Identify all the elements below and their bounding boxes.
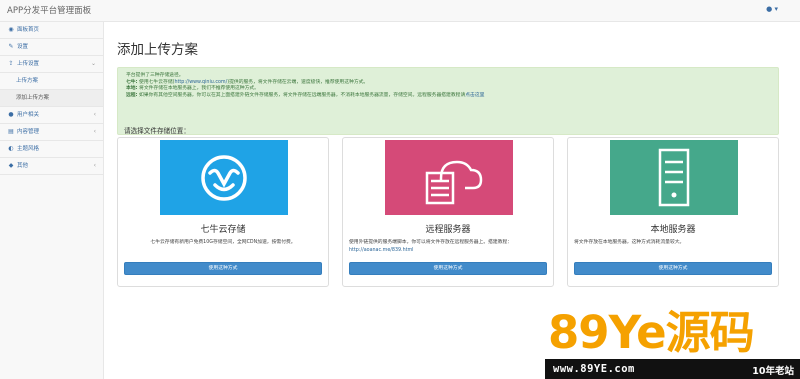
sidebar-item-theme[interactable]: ◐ 主题风格 [0,141,103,158]
sidebar-item-settings[interactable]: ✎ 设置 [0,39,103,56]
sidebar-item-users[interactable]: ● 用户相关 ‹ [0,107,103,124]
watermark: 89Ye源码 www.89YE.com 10年老站 [545,306,800,379]
tutorial-url-link[interactable]: http://aoanac.me/839.html [349,248,414,253]
app-title[interactable]: APP分发平台管理面板 [7,4,91,16]
chevron-left-icon: ‹ [93,128,96,135]
sidebar-item-upload-settings[interactable]: ⇪ 上传设置 ⌄ [0,56,103,73]
chevron-left-icon: ‹ [93,111,96,118]
tutorial-link[interactable]: 点击这里 [465,93,484,98]
top-navbar: APP分发平台管理面板 ● ▾ [0,0,800,22]
watermark-logo: 89Ye源码 [548,306,755,359]
sidebar-item-label: 添加上传方案 [16,95,50,101]
dashboard-icon: ◉ [8,26,14,33]
sidebar-item-content[interactable]: ▤ 内容管理 ‹ [0,124,103,141]
cloud-server-icon [385,140,513,215]
user-menu[interactable]: ● ▾ [766,5,778,13]
qiniu-cloud-icon [160,140,288,215]
sidebar-item-dashboard[interactable]: ◉ 面板首页 [0,22,103,39]
sidebar-item-label: 上传方案 [16,78,39,84]
card-title: 本地服务器 [650,225,696,235]
sidebar: ◉ 面板首页 ✎ 设置 ⇪ 上传设置 ⌄ 上传方案 添加上传方案 ● 用户相关 ‹ ▤ 内… [0,22,104,379]
sidebar-subitem-upload-schemes[interactable]: 上传方案 [0,73,103,90]
storage-card-remote: 远程服务器 使用外链提供的服务端脚本，你可以将文件存放在远程服务器上。搭建教程：… [342,137,554,287]
upload-icon: ⇪ [8,60,14,67]
sidebar-item-label: 用户相关 [17,112,40,118]
watermark-url: www.89YE.com [553,363,635,375]
chevron-down-icon: ⌄ [90,60,96,67]
chevron-left-icon: ‹ [93,162,96,169]
alert-line-local: 本地: 将文件存储在本地服务器上，我们不推荐使用这种方式。 [126,86,259,92]
watermark-bar: www.89YE.com 10年老站 [545,359,800,379]
theme-icon: ◐ [8,145,14,152]
card-title: 远程服务器 [425,225,471,235]
sidebar-item-label: 其他 [17,163,29,169]
wrench-icon: ✎ [8,43,14,50]
qiniu-link[interactable]: http://www.qiniu.com/ [175,80,228,85]
page-title: 添加上传方案 [117,42,198,58]
alert-line-intro: 平台提供了三种存储途径。 [126,73,184,78]
info-alert: 平台提供了三种存储途径。 七牛: 使用七牛云存储(http://www.qini… [117,67,779,135]
use-remote-button[interactable]: 使用这种方式 [349,262,547,275]
sidebar-item-label: 设置 [17,44,29,50]
storage-card-local: 本地服务器 将文件存放在本地服务器，这种方式消耗流量较大。 使用这种方式 [567,137,779,287]
chevron-down-icon: ▾ [774,5,778,13]
sidebar-subitem-add-upload-scheme[interactable]: 添加上传方案 [0,90,103,107]
card-description: 使用外链提供的服务端脚本，你可以将文件存放在远程服务器上。搭建教程： http:/… [349,240,513,253]
sidebar-item-other[interactable]: ◆ 其他 ‹ [0,158,103,175]
watermark-tag: 10年老站 [752,365,794,377]
card-title: 七牛云存储 [200,225,246,235]
user-icon: ● [766,5,773,13]
other-icon: ◆ [8,162,14,169]
card-description: 将文件存放在本地服务器，这种方式消耗流量较大。 [574,240,685,245]
storage-card-qiniu: 七牛云存储 七牛云存储有新用户免费10G存储空间，全网CDN加速，按需付费。 使… [117,137,329,287]
use-local-button[interactable]: 使用这种方式 [574,262,772,275]
choose-storage-label: 请选择文件存储位置： [124,127,190,135]
sidebar-item-label: 主题风格 [17,146,40,152]
sidebar-item-label: 内容管理 [17,129,40,135]
alert-line-remote: 远程: 如果你有其他空间服务器，你可以在其上面搭建外链文件存储服务，将文件存储在… [126,92,485,98]
content-icon: ▤ [8,128,14,135]
card-description: 七牛云存储有新用户免费10G存储空间，全网CDN加速，按需付费。 [150,240,296,245]
local-server-icon [610,140,738,215]
user-icon: ● [8,111,14,118]
sidebar-item-label: 上传设置 [17,61,40,67]
use-qiniu-button[interactable]: 使用这种方式 [124,262,322,275]
sidebar-item-label: 面板首页 [17,27,40,33]
